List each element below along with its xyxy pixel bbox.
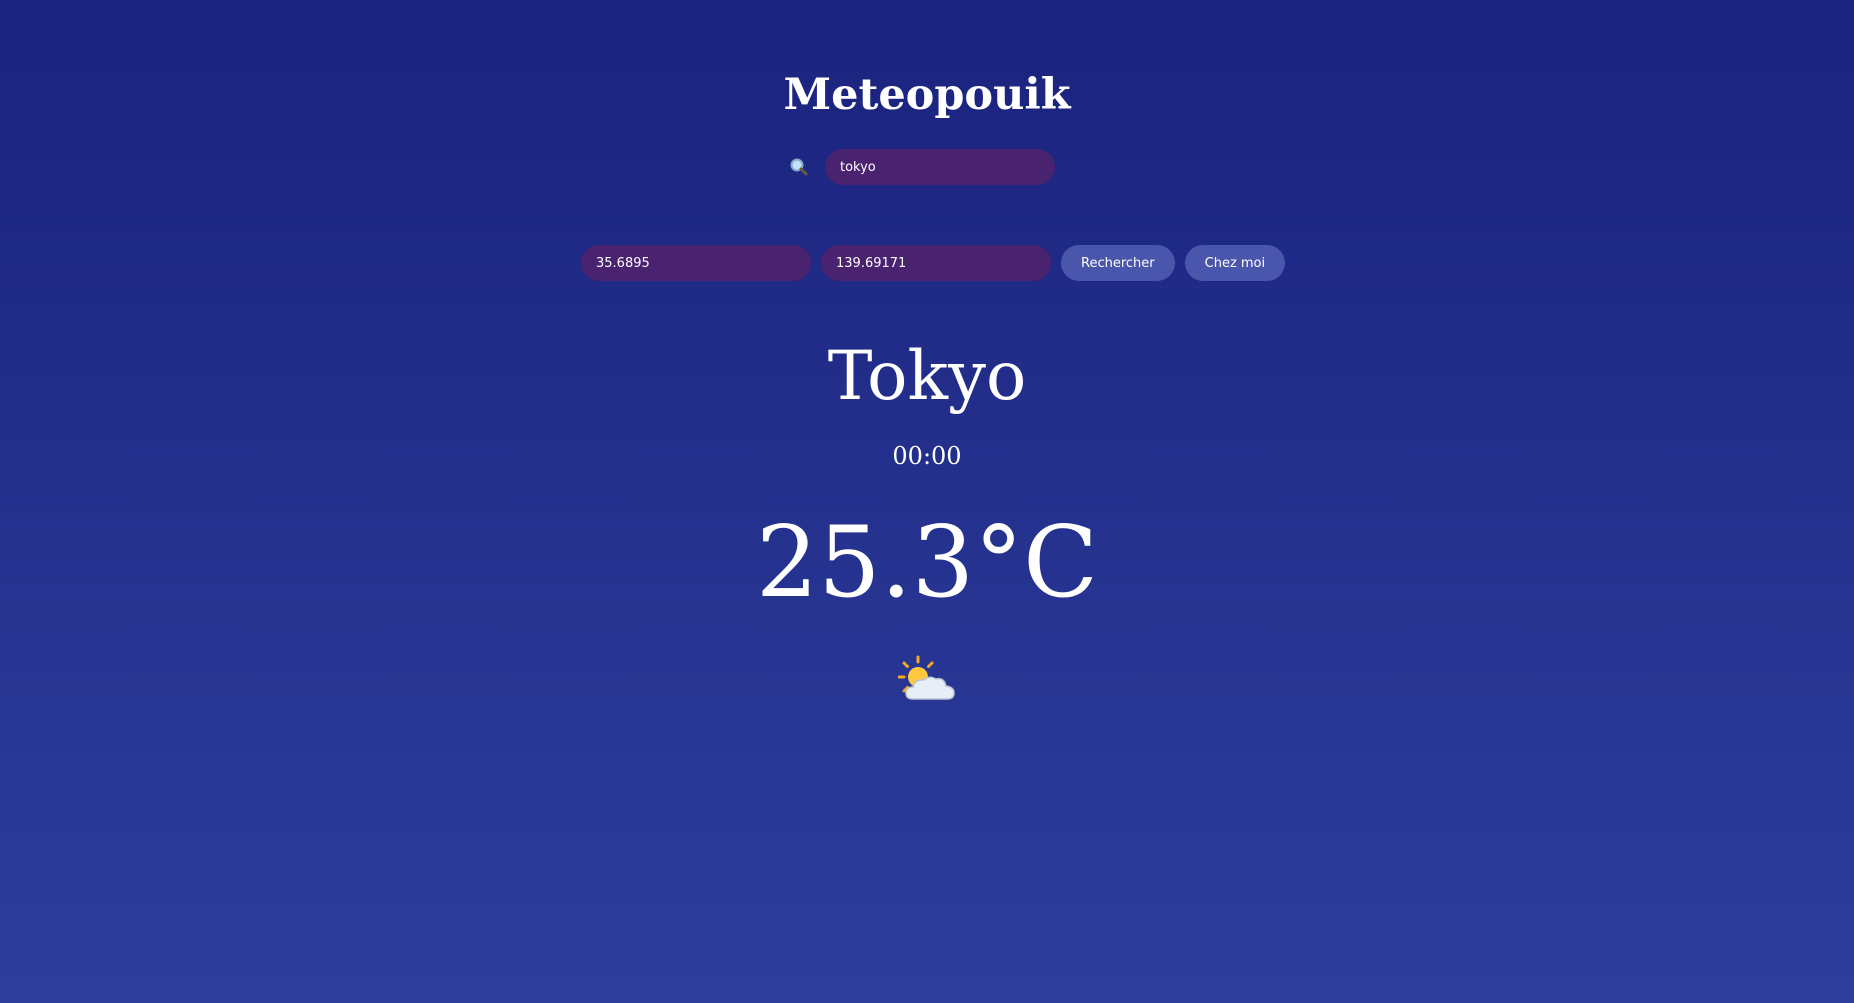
longitude-input[interactable] (821, 245, 1051, 281)
city-name: Tokyo (827, 337, 1027, 415)
latitude-input[interactable] (581, 245, 811, 281)
search-icon (789, 157, 809, 177)
city-search-bar (0, 149, 1854, 185)
local-time: 00:00 (892, 442, 962, 470)
app-title: Meteopouik (783, 70, 1071, 120)
sun-behind-cloud-icon (897, 655, 956, 703)
search-coordinates-button[interactable]: Rechercher (1061, 245, 1175, 281)
home-location-button[interactable]: Chez moi (1184, 245, 1286, 281)
city-search-input[interactable] (825, 149, 1055, 185)
coordinates-form: Rechercher Chez moi (581, 245, 1286, 281)
temperature: 25.3°C (755, 506, 1099, 620)
